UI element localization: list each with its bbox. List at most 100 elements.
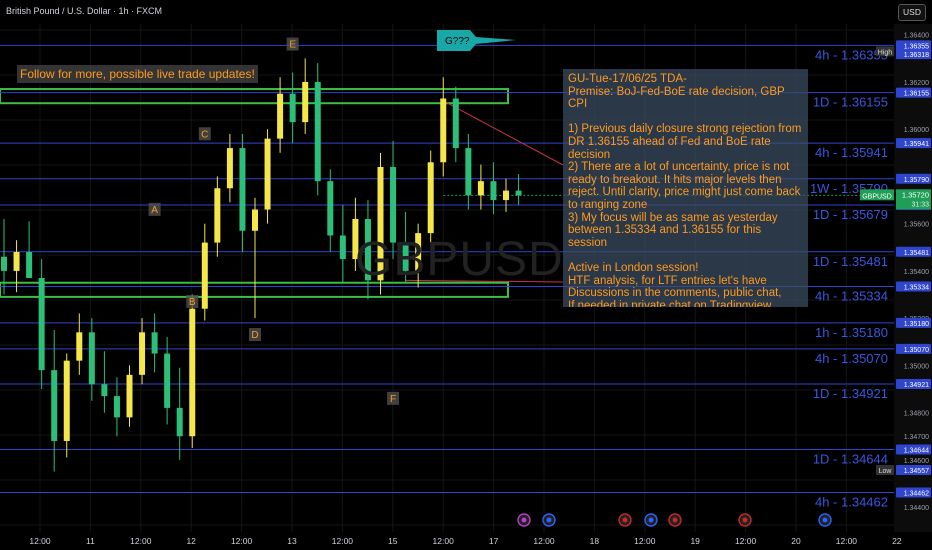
candle-body bbox=[139, 332, 146, 375]
level-label: 1D - 1.36155 bbox=[813, 95, 888, 110]
level-label: 4h - 1.35941 bbox=[815, 145, 888, 160]
current-symbol-label: GBPUSD bbox=[862, 193, 892, 200]
wave-label: E bbox=[289, 40, 296, 51]
candle-body bbox=[76, 332, 83, 361]
analysis-note: GU-Tue-17/06/25 TDA- Premise: BoJ-Fed-Bo… bbox=[563, 69, 808, 307]
candle-body bbox=[189, 308, 196, 437]
callout-arrow[interactable]: G??? bbox=[437, 30, 516, 51]
time-axis[interactable]: 12:00 11 12:00 12 12:00 13 12:00 15 12:00 17 12:00… bbox=[0, 532, 932, 550]
price-tick-label: 1.35400 bbox=[904, 269, 929, 276]
axis-tag-label: 1.35334 bbox=[904, 285, 929, 292]
candle-body bbox=[126, 374, 133, 418]
candle-body bbox=[477, 181, 484, 196]
candle-body bbox=[164, 353, 171, 408]
current-price-label: 1.35720 bbox=[902, 190, 929, 199]
candle-body bbox=[226, 148, 233, 189]
price-tick-label: 1.34400 bbox=[904, 505, 929, 512]
candle-body bbox=[277, 93, 284, 139]
currency-button[interactable]: USD bbox=[898, 4, 926, 21]
time-tick-label: 22 bbox=[892, 536, 902, 546]
level-label: 1h - 1.35180 bbox=[815, 325, 888, 340]
axis-tag-label: 1.35481 bbox=[904, 250, 929, 257]
level-labels: 4h - 1.363551D - 1.361554h - 1.359411W -… bbox=[810, 47, 888, 509]
symbol-title: British Pound / U.S. Dollar · 1h · FXCM bbox=[6, 6, 163, 16]
time-tick-label: 12:00 bbox=[735, 536, 757, 546]
axis-tag-label: 1.35180 bbox=[904, 321, 929, 328]
axis-tag-label: 1.35070 bbox=[904, 347, 929, 354]
level-label: 1D - 1.35481 bbox=[813, 254, 888, 269]
price-tick-label: 1.36000 bbox=[904, 127, 929, 134]
level-label: 1D - 1.35679 bbox=[813, 207, 888, 222]
candle-body bbox=[113, 396, 120, 418]
candle-body bbox=[465, 148, 472, 196]
symbol-watermark: GBPUSD bbox=[355, 233, 564, 286]
candle-body bbox=[252, 209, 258, 231]
candle-body bbox=[515, 190, 522, 196]
event-flag-dot bbox=[521, 517, 527, 523]
axis-tag-label: 1.35941 bbox=[904, 141, 929, 148]
event-flag-dot bbox=[622, 517, 628, 523]
axis-tag-label: 1.36155 bbox=[904, 91, 929, 98]
axis-tag-label: 1.36318 bbox=[904, 52, 929, 59]
time-tick-label: 20 bbox=[791, 536, 801, 546]
candle-body bbox=[314, 81, 321, 182]
callout-label: G??? bbox=[445, 36, 470, 47]
event-flag-dot bbox=[648, 517, 654, 523]
candle-body bbox=[201, 242, 208, 309]
level-label: 1D - 1.34644 bbox=[813, 451, 888, 466]
candle-body bbox=[427, 162, 434, 234]
candle-body bbox=[38, 278, 45, 371]
level-label: 4h - 1.35070 bbox=[815, 351, 888, 366]
price-tick-label: 1.35600 bbox=[904, 222, 929, 229]
axis-tag-label: 1.34557 bbox=[904, 468, 929, 475]
candle-body bbox=[490, 181, 497, 201]
candle-body bbox=[327, 181, 334, 236]
candle-body bbox=[1, 256, 7, 271]
wave-label: A bbox=[151, 205, 158, 216]
time-tick-label: 12:00 bbox=[332, 536, 354, 546]
candle-body bbox=[151, 332, 158, 354]
time-tick-label: 12:00 bbox=[29, 536, 51, 546]
candle-body bbox=[51, 370, 58, 441]
price-zone bbox=[0, 88, 509, 105]
level-label: 4h - 1.34462 bbox=[815, 494, 888, 509]
price-tick-label: 1.34700 bbox=[904, 434, 929, 441]
candle-body bbox=[63, 360, 70, 441]
axis-tag-label: 1.35790 bbox=[904, 177, 929, 184]
time-tick-label: 12:00 bbox=[130, 536, 152, 546]
countdown-label: 31:33 bbox=[911, 201, 929, 208]
axis-tag-label: 1.34462 bbox=[904, 490, 929, 497]
candle-body bbox=[264, 138, 271, 210]
time-tick-label: 12:00 bbox=[836, 536, 858, 546]
event-icons bbox=[517, 513, 832, 527]
wave-label: F bbox=[390, 394, 396, 405]
time-tick-label: 19 bbox=[690, 536, 700, 546]
candle-body bbox=[88, 332, 95, 385]
time-tick-label: 12:00 bbox=[433, 536, 455, 546]
candle-body bbox=[214, 188, 221, 243]
axis-tag-label: 1.34921 bbox=[904, 382, 929, 389]
price-tick-label: 1.36400 bbox=[904, 33, 929, 40]
time-tick-label: 18 bbox=[590, 536, 600, 546]
wave-label: B bbox=[189, 297, 196, 308]
candle-body bbox=[503, 190, 509, 201]
time-tick-label: 12 bbox=[186, 536, 196, 546]
candle-body bbox=[452, 98, 459, 149]
event-flag-dot bbox=[822, 517, 828, 523]
level-label: 4h - 1.35334 bbox=[815, 289, 888, 304]
time-tick-label: 17 bbox=[489, 536, 499, 546]
trend-line-upper bbox=[443, 100, 564, 166]
event-flag-dot bbox=[546, 517, 552, 523]
high-tag-label: High bbox=[878, 49, 893, 56]
candle-body bbox=[302, 81, 309, 123]
price-tick-label: 1.34600 bbox=[904, 458, 929, 465]
time-tick-label: 11 bbox=[86, 536, 95, 546]
time-tick-label: 15 bbox=[388, 536, 398, 546]
event-flag-dot bbox=[742, 517, 748, 523]
candle-body bbox=[101, 384, 108, 397]
time-tick-label: 12:00 bbox=[634, 536, 656, 546]
low-tag-label: Low bbox=[879, 468, 893, 475]
price-tick-label: 1.34800 bbox=[904, 411, 929, 418]
follow-banner: Follow for more, possible live trade upd… bbox=[17, 65, 258, 83]
wave-label: D bbox=[251, 330, 258, 341]
